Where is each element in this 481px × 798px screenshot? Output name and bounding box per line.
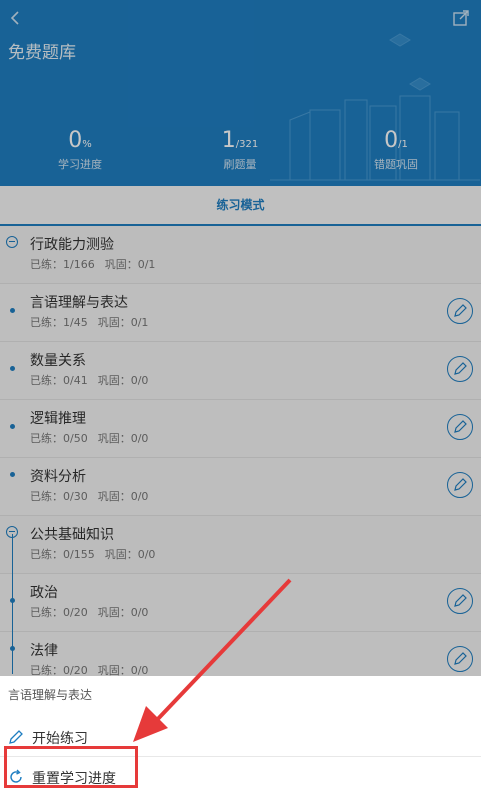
- sheet-title: 言语理解与表达: [8, 688, 93, 702]
- pencil-icon: [9, 730, 23, 744]
- highlight-box: [4, 746, 138, 788]
- overlay-scrim[interactable]: [0, 0, 481, 676]
